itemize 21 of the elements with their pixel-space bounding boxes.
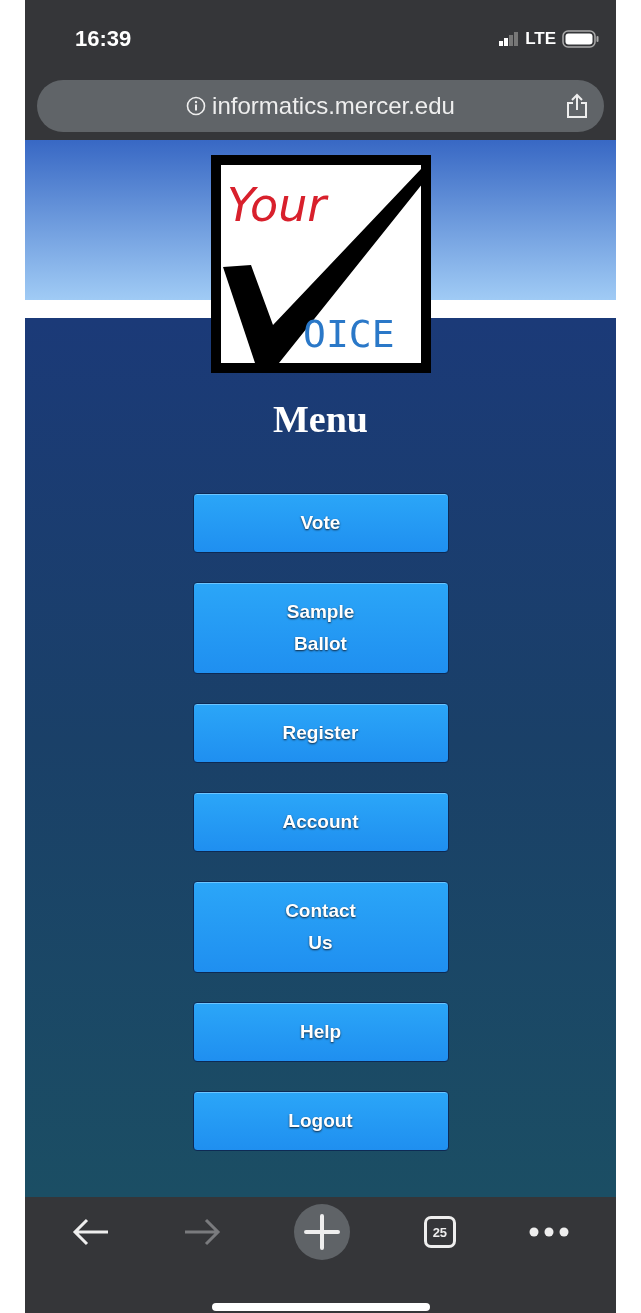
info-icon (186, 96, 207, 116)
more-icon[interactable] (529, 1227, 570, 1237)
back-arrow-icon[interactable] (71, 1217, 110, 1247)
menu-button[interactable]: Contact Us (192, 881, 449, 973)
clock-time: 16:39 (75, 26, 133, 52)
share-icon[interactable] (566, 93, 588, 119)
menu-button[interactable]: Sample Ballot (192, 582, 449, 674)
signal-icon (499, 32, 520, 46)
tab-count[interactable]: 25 (423, 1216, 456, 1248)
address-bar[interactable]: informatics.mercer.edu (37, 80, 604, 132)
logo: Your OICE (210, 155, 431, 373)
url-text: informatics.mercer.edu (212, 92, 455, 120)
new-tab-icon[interactable] (294, 1204, 351, 1260)
network-label: LTE (525, 29, 556, 49)
menu-button[interactable]: Logout (192, 1091, 449, 1151)
menu-button[interactable]: Account (192, 792, 449, 852)
menu-title: Menu (273, 397, 368, 441)
menu-button[interactable]: Register (192, 703, 449, 763)
menu-button[interactable]: Help (192, 1002, 449, 1062)
battery-icon (562, 30, 600, 48)
menu-button[interactable]: Vote (192, 493, 449, 553)
